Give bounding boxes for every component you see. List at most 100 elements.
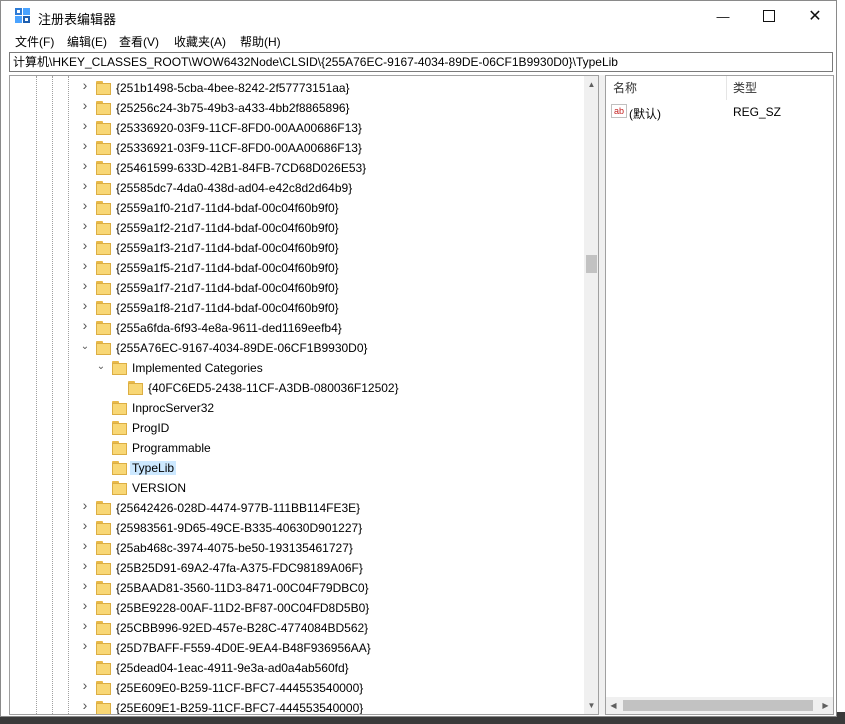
menu-help[interactable]: 帮助(H) (238, 33, 283, 50)
column-header-type[interactable]: 类型 (733, 76, 757, 100)
values-pane[interactable]: 名称 类型 ab (默认) REG_SZ ◀ ▶ (605, 75, 834, 715)
tree-node-label[interactable]: {255a6fda-6f93-4e8a-9611-ded1169eefb4} (116, 321, 342, 335)
tree-node-label[interactable]: Implemented Categories (132, 361, 263, 375)
tree-node-label[interactable]: {25E609E0-B259-11CF-BFC7-444553540000} (116, 681, 363, 695)
scroll-up-icon[interactable]: ▲ (584, 76, 598, 93)
scroll-left-icon[interactable]: ◀ (606, 697, 621, 714)
menu-file[interactable]: 文件(F) (13, 33, 56, 50)
tree-node[interactable]: › {25BE9228-00AF-11D2-BF87-00C04FD8D5B0} (10, 598, 585, 618)
chevron-right-icon[interactable]: › (80, 278, 90, 292)
chevron-right-icon[interactable]: › (80, 598, 90, 612)
tree-node[interactable]: › {2559a1f3-21d7-11d4-bdaf-00c04f60b9f0} (10, 238, 585, 258)
chevron-right-icon[interactable]: › (80, 178, 90, 192)
tree-node[interactable]: › {2559a1f2-21d7-11d4-bdaf-00c04f60b9f0} (10, 218, 585, 238)
tree-scrollbar[interactable]: ▲ ▼ (584, 76, 598, 714)
tree-node-label[interactable]: {2559a1f3-21d7-11d4-bdaf-00c04f60b9f0} (116, 241, 339, 255)
scroll-down-icon[interactable]: ▼ (584, 697, 598, 714)
chevron-right-icon[interactable]: › (80, 158, 90, 172)
tree-node[interactable]: ProgID (10, 418, 585, 438)
tree-node[interactable]: › {25983561-9D65-49CE-B335-40630D901227} (10, 518, 585, 538)
tree-node[interactable]: › {25E609E1-B259-11CF-BFC7-444553540000} (10, 698, 585, 714)
tree-node-label[interactable]: {25BAAD81-3560-11D3-8471-00C04F79DBC0} (116, 581, 369, 595)
tree-node-label[interactable]: TypeLib (130, 461, 177, 475)
tree-node[interactable]: › {25D7BAFF-F559-4D0E-9EA4-B48F936956AA} (10, 638, 585, 658)
tree-node-label[interactable]: {25461599-633D-42B1-84FB-7CD68D026E53} (116, 161, 366, 175)
tree-node[interactable]: {40FC6ED5-2438-11CF-A3DB-080036F12502} (10, 378, 585, 398)
tree-node-label[interactable]: {25256c24-3b75-49b3-a433-4bb2f8865896} (116, 101, 350, 115)
minimize-button[interactable]: — (700, 1, 746, 31)
tree-node[interactable]: › {2559a1f5-21d7-11d4-bdaf-00c04f60b9f0} (10, 258, 585, 278)
tree-node-label[interactable]: ProgID (132, 421, 169, 435)
tree-node-label[interactable]: {255A76EC-9167-4034-89DE-06CF1B9930D0} (116, 341, 368, 355)
title-bar[interactable]: 注册表编辑器 — ✕ (1, 1, 836, 31)
tree-node[interactable]: › {25256c24-3b75-49b3-a433-4bb2f8865896} (10, 98, 585, 118)
menu-view[interactable]: 查看(V) (117, 33, 161, 50)
tree-node-label[interactable]: {2559a1f5-21d7-11d4-bdaf-00c04f60b9f0} (116, 261, 339, 275)
tree-node-label[interactable]: {251b1498-5cba-4bee-8242-2f57773151aa} (116, 81, 350, 95)
value-row[interactable]: ab (默认) REG_SZ (606, 102, 833, 122)
chevron-right-icon[interactable]: › (80, 298, 90, 312)
tree-node[interactable]: › {25ab468c-3974-4075-be50-193135461727} (10, 538, 585, 558)
maximize-button[interactable] (746, 1, 792, 31)
chevron-right-icon[interactable]: › (80, 258, 90, 272)
tree-node-label[interactable]: Programmable (132, 441, 211, 455)
tree-node-label[interactable]: {2559a1f7-21d7-11d4-bdaf-00c04f60b9f0} (116, 281, 339, 295)
tree-node[interactable]: › {25336920-03F9-11CF-8FD0-00AA00686F13} (10, 118, 585, 138)
chevron-right-icon[interactable]: › (80, 138, 90, 152)
tree-node-label[interactable]: {40FC6ED5-2438-11CF-A3DB-080036F12502} (148, 381, 399, 395)
chevron-right-icon[interactable]: › (80, 118, 90, 132)
tree-node-label[interactable]: {2559a1f8-21d7-11d4-bdaf-00c04f60b9f0} (116, 301, 339, 315)
tree-node[interactable]: › {25585dc7-4da0-438d-ad04-e42c8d2d64b9} (10, 178, 585, 198)
tree-node-label[interactable]: {2559a1f0-21d7-11d4-bdaf-00c04f60b9f0} (116, 201, 339, 215)
column-header-name[interactable]: 名称 (613, 76, 637, 100)
tree-node[interactable]: › {251b1498-5cba-4bee-8242-2f57773151aa} (10, 78, 585, 98)
chevron-right-icon[interactable]: › (80, 218, 90, 232)
tree-node-label[interactable]: {25D7BAFF-F559-4D0E-9EA4-B48F936956AA} (116, 641, 371, 655)
tree-pane[interactable]: › {251b1498-5cba-4bee-8242-2f57773151aa} ›… (9, 75, 599, 715)
scroll-thumb[interactable] (586, 255, 597, 273)
chevron-right-icon[interactable]: › (80, 578, 90, 592)
tree-node[interactable]: VERSION (10, 478, 585, 498)
tree-node-label[interactable]: {25585dc7-4da0-438d-ad04-e42c8d2d64b9} (116, 181, 352, 195)
tree-node[interactable]: ⌄ Implemented Categories (10, 358, 585, 378)
values-scrollbar[interactable]: ◀ ▶ (606, 697, 833, 714)
tree-node-label[interactable]: {25dead04-1eac-4911-9e3a-ad0a4ab560fd} (116, 661, 349, 675)
chevron-right-icon[interactable]: › (80, 238, 90, 252)
close-button[interactable]: ✕ (792, 1, 838, 31)
scroll-right-icon[interactable]: ▶ (818, 697, 833, 714)
tree-node[interactable]: › {2559a1f8-21d7-11d4-bdaf-00c04f60b9f0} (10, 298, 585, 318)
tree-node[interactable]: {25dead04-1eac-4911-9e3a-ad0a4ab560fd} (10, 658, 585, 678)
tree-node[interactable]: › {255a6fda-6f93-4e8a-9611-ded1169eefb4} (10, 318, 585, 338)
tree-node[interactable]: › {25B25D91-69A2-47fa-A375-FDC98189A06F} (10, 558, 585, 578)
tree-node-label[interactable]: {25336921-03F9-11CF-8FD0-00AA00686F13} (116, 141, 362, 155)
chevron-right-icon[interactable]: › (80, 558, 90, 572)
chevron-right-icon[interactable]: › (80, 518, 90, 532)
chevron-right-icon[interactable]: › (80, 678, 90, 692)
tree-node[interactable]: › {25461599-633D-42B1-84FB-7CD68D026E53} (10, 158, 585, 178)
tree-node-label[interactable]: {2559a1f2-21d7-11d4-bdaf-00c04f60b9f0} (116, 221, 339, 235)
chevron-right-icon[interactable]: › (80, 498, 90, 512)
tree-node-label[interactable]: InprocServer32 (132, 401, 214, 415)
tree-node-label[interactable]: {25E609E1-B259-11CF-BFC7-444553540000} (116, 701, 363, 714)
chevron-right-icon[interactable]: › (80, 78, 90, 92)
tree-node[interactable]: › {25336921-03F9-11CF-8FD0-00AA00686F13} (10, 138, 585, 158)
tree-node[interactable]: › {25BAAD81-3560-11D3-8471-00C04F79DBC0} (10, 578, 585, 598)
tree-node-label[interactable]: {25B25D91-69A2-47fa-A375-FDC98189A06F} (116, 561, 363, 575)
tree-node[interactable]: › {2559a1f7-21d7-11d4-bdaf-00c04f60b9f0} (10, 278, 585, 298)
address-bar[interactable]: 计算机\HKEY_CLASSES_ROOT\WOW6432Node\CLSID\… (9, 52, 833, 72)
chevron-right-icon[interactable]: › (80, 638, 90, 652)
tree-node-label[interactable]: {25983561-9D65-49CE-B335-40630D901227} (116, 521, 362, 535)
chevron-right-icon[interactable]: › (80, 538, 90, 552)
tree-node[interactable]: › {25CBB996-92ED-457e-B28C-4774084BD562} (10, 618, 585, 638)
tree-node-label[interactable]: {25BE9228-00AF-11D2-BF87-00C04FD8D5B0} (116, 601, 369, 615)
chevron-right-icon[interactable]: › (80, 618, 90, 632)
tree-node-label[interactable]: {25CBB996-92ED-457e-B28C-4774084BD562} (116, 621, 368, 635)
menu-favorites[interactable]: 收藏夹(A) (172, 33, 228, 50)
column-divider[interactable] (726, 76, 727, 100)
tree-node[interactable]: InprocServer32 (10, 398, 585, 418)
tree-node[interactable]: › {25642426-028D-4474-977B-111BB114FE3E} (10, 498, 585, 518)
tree-node[interactable]: › {25E609E0-B259-11CF-BFC7-444553540000} (10, 678, 585, 698)
tree-node-label[interactable]: {25642426-028D-4474-977B-111BB114FE3E} (116, 501, 360, 515)
chevron-right-icon[interactable]: › (80, 98, 90, 112)
tree-node[interactable]: › {2559a1f0-21d7-11d4-bdaf-00c04f60b9f0} (10, 198, 585, 218)
